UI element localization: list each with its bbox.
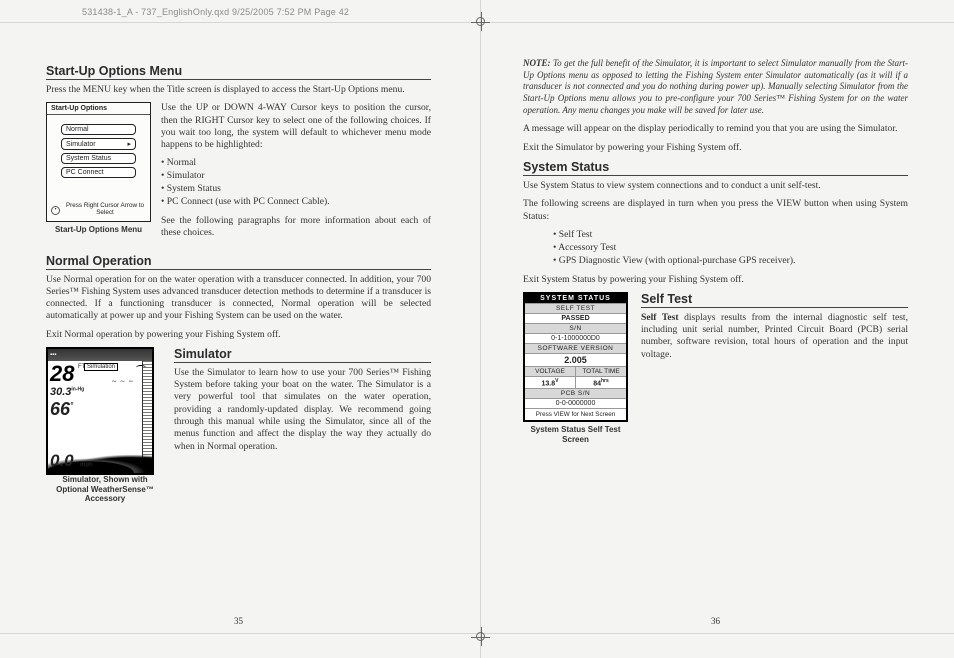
page-spread: Start-Up Options Menu Press the MENU key… <box>0 40 954 618</box>
startup-option-label: Simulator <box>66 141 96 148</box>
sim-pressure: 30.3in-Hg <box>50 386 84 398</box>
document-slug: 531438-1_A - 737_EnglishOnly.qxd 9/25/20… <box>82 7 349 17</box>
startup-option-label: Normal <box>66 126 89 133</box>
note-paragraph: NOTE: To get the full benefit of the Sim… <box>523 58 908 116</box>
sim-speed: 0.0 <box>50 451 74 471</box>
self-test-volt-label: VOLTAGE <box>525 366 576 376</box>
system-status-para2: The following screens are displayed in t… <box>523 198 908 223</box>
figure-caption-startup: Start-Up Options Menu <box>46 225 151 235</box>
page-right: NOTE: To get the full benefit of the Sim… <box>477 40 954 618</box>
startup-option-label: PC Connect <box>66 169 104 176</box>
crop-register-top <box>476 17 485 26</box>
self-test-pcb: 0-0-0000000 <box>525 398 626 408</box>
startup-screen-title: Start-Up Options <box>47 103 150 115</box>
birds-icon: ~ ~ ~ <box>112 377 134 386</box>
self-test-para-text: displays results from the internal diagn… <box>641 312 908 360</box>
chevron-right-icon: ▸ <box>127 140 131 148</box>
figure-caption-simulator: Simulator, Shown with Optional WeatherSe… <box>46 475 164 504</box>
sim-speed-unit: mph <box>80 462 93 468</box>
self-test-footer: Press VIEW for Next Screen <box>525 408 626 420</box>
page-number-right: 36 <box>711 616 720 626</box>
heading-system-status: System Status <box>523 160 908 176</box>
crop-register-bottom <box>476 632 485 641</box>
bullet-text: Accessory Test <box>558 242 616 253</box>
figure-simulator-screen: ▪▪▪ 28 FT Simulation 30.3in-Hg 66° ~ ~ ~… <box>46 347 154 475</box>
bullet-text: PC Connect (use with PC Connect Cable). <box>167 196 330 207</box>
sim-depth: 28 <box>50 361 74 387</box>
bullet-item: • GPS Diagnostic View (with optional-pur… <box>553 255 908 268</box>
startup-option-system-status: System Status <box>61 153 136 164</box>
startup-option-label: System Status <box>66 155 111 162</box>
self-test-sn: 0-1-1000000D0 <box>525 333 626 343</box>
startup-intro: Press the MENU key when the Title screen… <box>46 84 431 96</box>
cursor-icon: • <box>51 206 60 215</box>
self-test-bold-lead: Self Test <box>641 312 679 323</box>
figure-startup-menu: Start-Up Options Normal Simulator ▸ Syste… <box>46 102 151 235</box>
startup-option-simulator: Simulator ▸ <box>61 138 136 150</box>
heading-self-test: Self Test <box>641 292 908 308</box>
normal-para2: Exit Normal operation by powering your F… <box>46 329 431 341</box>
self-test-sw: 2.005 <box>525 353 626 366</box>
normal-para1: Use Normal operation for on the water op… <box>46 274 431 323</box>
heading-simulator: Simulator <box>174 347 431 363</box>
bullet-item: • Self Test <box>553 229 908 242</box>
startup-option-pc-connect: PC Connect <box>61 167 136 178</box>
self-test-pass: PASSED <box>525 313 626 323</box>
heading-startup: Start-Up Options Menu <box>46 64 431 80</box>
figure-caption-selftest: System Status Self Test Screen <box>523 425 628 444</box>
bullet-text: System Status <box>167 183 221 194</box>
self-test-screen-mock: SYSTEM STATUS SELF TEST PASSED S/N 0-1-1… <box>523 292 628 422</box>
self-test-time-label: TOTAL TIME <box>576 366 626 376</box>
figure-self-test: SYSTEM STATUS SELF TEST PASSED S/N 0-1-1… <box>523 292 628 445</box>
self-test-pcb-label: PCB S/N <box>525 388 626 398</box>
self-test-label: SELF TEST <box>525 303 626 313</box>
self-test-time: 84hrs <box>576 376 626 388</box>
message-para: A message will appear on the display per… <box>523 123 908 135</box>
system-status-para1: Use System Status to view system connect… <box>523 180 908 192</box>
bullet-text: GPS Diagnostic View (with optional-purch… <box>559 255 796 266</box>
self-test-para1: Self Test displays results from the inte… <box>641 312 908 361</box>
page-number-left: 35 <box>234 616 243 626</box>
startup-screen-mock: Start-Up Options Normal Simulator ▸ Syste… <box>46 102 151 222</box>
sim-temp: 66° <box>50 399 73 420</box>
system-status-bullets: • Self Test • Accessory Test • GPS Diagn… <box>553 229 908 268</box>
note-label: NOTE: <box>523 58 551 68</box>
sim-topbar: ▪▪▪ <box>48 352 58 358</box>
bullet-text: Simulator <box>167 170 205 181</box>
self-test-volt: 13.8V <box>525 376 576 388</box>
startup-footer-hint: Press Right Cursor Arrow to Select <box>64 203 146 217</box>
sim-tag: Simulation <box>84 363 118 371</box>
exit-sim-para: Exit the Simulator by powering your Fish… <box>523 142 908 154</box>
startup-option-normal: Normal <box>61 124 136 135</box>
bullet-text: Self Test <box>559 229 593 240</box>
bullet-item: • Accessory Test <box>553 242 908 255</box>
heading-normal: Normal Operation <box>46 254 431 270</box>
self-test-sn-label: S/N <box>525 323 626 333</box>
note-text: To get the full benefit of the Simulator… <box>523 58 908 115</box>
system-status-exit: Exit System Status by powering your Fish… <box>523 274 908 286</box>
simulator-para1: Use the Simulator to learn how to use yo… <box>174 367 431 453</box>
self-test-sw-label: SOFTWARE VERSION <box>525 343 626 353</box>
page-left: Start-Up Options Menu Press the MENU key… <box>0 40 477 618</box>
self-test-title: SYSTEM STATUS <box>525 294 626 303</box>
bullet-text: Normal <box>167 157 196 168</box>
